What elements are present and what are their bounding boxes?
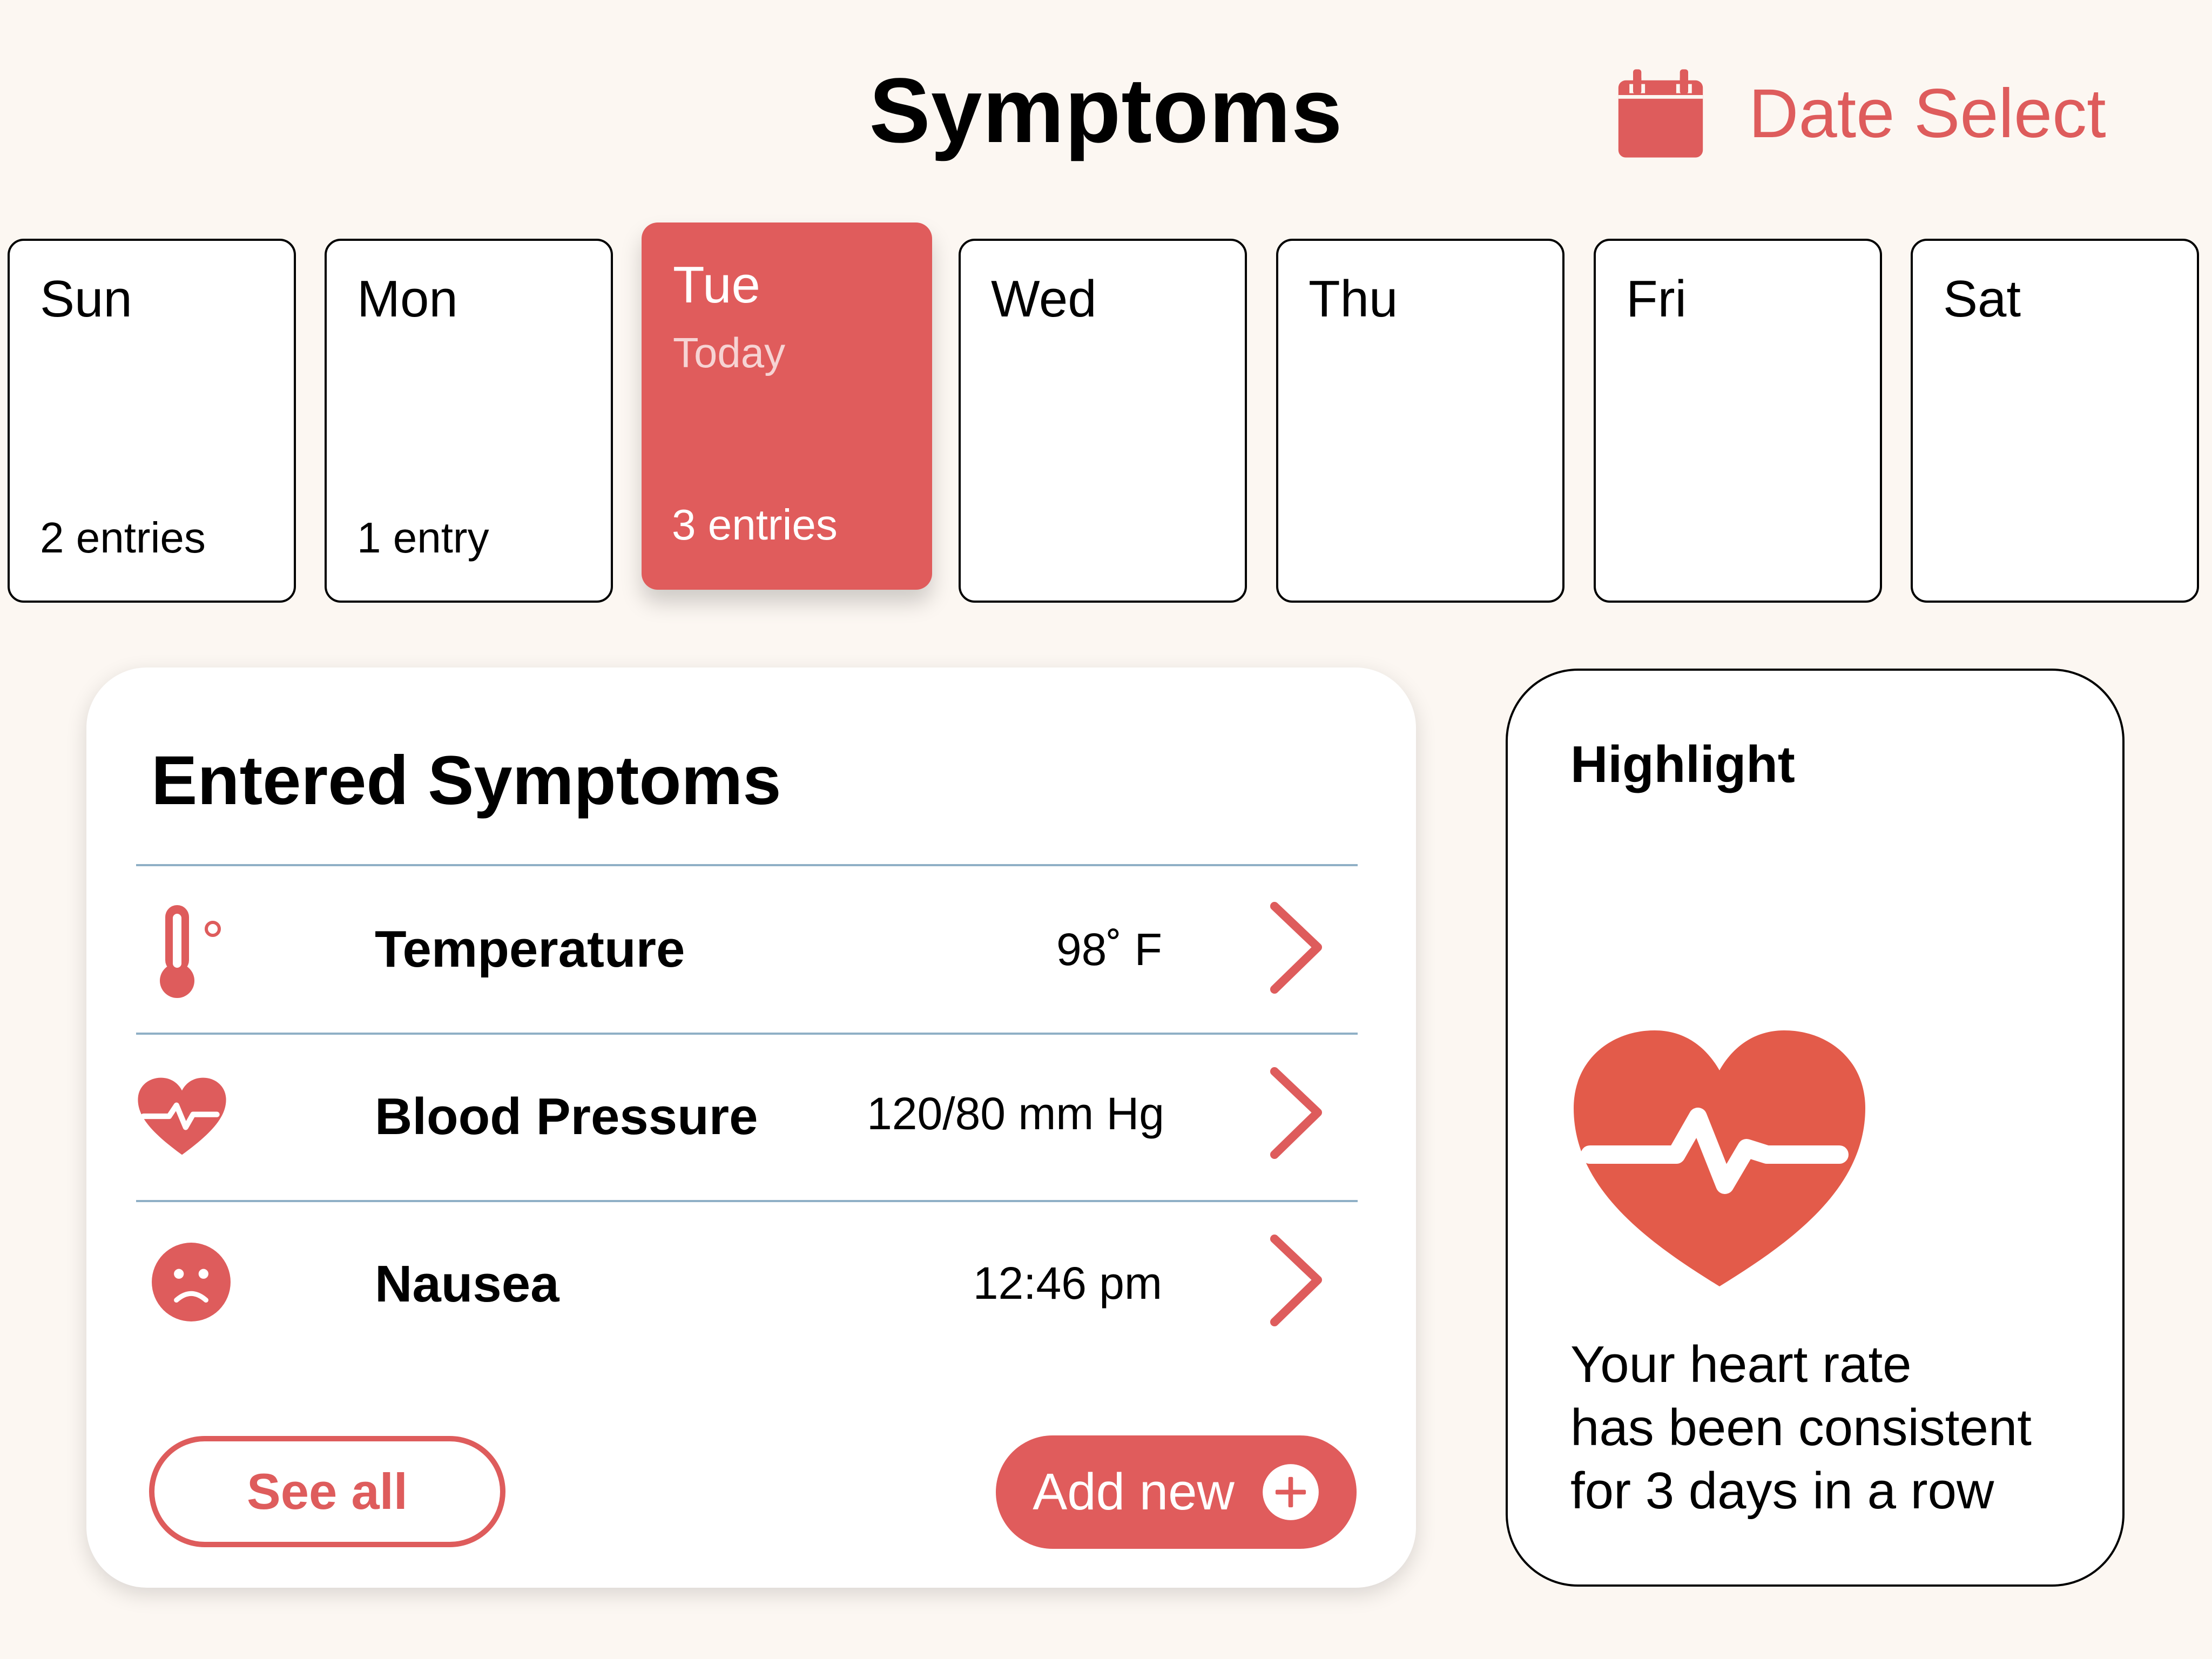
chevron-right-icon[interactable] <box>1266 1067 1325 1159</box>
symptom-label: Temperature <box>375 920 685 978</box>
symptom-value: 98˚ F <box>1056 924 1162 975</box>
symptom-row-temperature[interactable]: Temperature 98˚ F <box>136 866 1358 1028</box>
day-card-thu[interactable]: Thu <box>1276 239 1564 603</box>
highlight-line: for 3 days in a row <box>1570 1462 1994 1520</box>
highlight-line: Your heart rate <box>1570 1336 1912 1393</box>
day-name: Sun <box>40 270 132 328</box>
chevron-right-icon[interactable] <box>1266 1235 1325 1326</box>
chevron-right-icon[interactable] <box>1266 902 1325 994</box>
date-select-label: Date Select <box>1749 75 2106 152</box>
day-entry-count: 1 entry <box>357 514 489 562</box>
heart-pulse-icon <box>138 1077 226 1155</box>
symptom-value: 12:46 pm <box>973 1258 1162 1309</box>
thermometer-icon <box>160 905 221 998</box>
day-entry-count: 3 entries <box>672 501 838 549</box>
day-card-sat[interactable]: Sat <box>1911 239 2199 603</box>
add-new-label: Add new <box>1033 1463 1235 1521</box>
heart-rate-icon <box>1574 1030 1865 1286</box>
today-label: Today <box>673 329 786 376</box>
see-all-button[interactable]: See all <box>149 1436 505 1547</box>
add-new-button[interactable]: Add new <box>996 1435 1357 1549</box>
symptom-label: Nausea <box>375 1255 559 1313</box>
symptom-label: Blood Pressure <box>375 1088 758 1145</box>
entered-symptoms-heading: Entered Symptoms <box>151 742 781 819</box>
day-name: Wed <box>991 270 1097 328</box>
highlight-title: Highlight <box>1570 736 1795 793</box>
day-name: Thu <box>1309 270 1398 328</box>
day-card-mon[interactable]: Mon 1 entry <box>325 239 613 603</box>
plus-circle-icon <box>1262 1464 1319 1520</box>
day-name: Mon <box>357 270 458 328</box>
day-card-fri[interactable]: Fri <box>1594 239 1882 603</box>
highlight-line: has been consistent <box>1570 1399 2032 1456</box>
sad-face-icon <box>152 1243 231 1321</box>
entered-symptoms-card: Entered Symptoms Temperature 98˚ F Blood… <box>86 667 1416 1588</box>
symptom-row-blood-pressure[interactable]: Blood Pressure 120/80 mm Hg <box>136 1035 1358 1197</box>
day-entry-count: 2 entries <box>40 514 206 562</box>
highlight-message: Your heart rate has been consistent for … <box>1570 1333 2110 1522</box>
symptom-row-nausea[interactable]: Nausea 12:46 pm <box>136 1202 1358 1364</box>
day-card-sun[interactable]: Sun 2 entries <box>8 239 296 603</box>
highlight-card: Highlight Your heart rate has been consi… <box>1506 669 2125 1587</box>
date-select-button[interactable]: Date Select <box>1615 68 2106 159</box>
day-name: Fri <box>1626 270 1687 328</box>
day-name: Sat <box>1943 270 2021 328</box>
day-card-tue[interactable]: Tue Today 3 entries <box>642 222 932 590</box>
symptom-value: 120/80 mm Hg <box>867 1088 1164 1139</box>
day-card-wed[interactable]: Wed <box>959 239 1247 603</box>
day-name: Tue <box>673 256 760 314</box>
calendar-icon <box>1618 69 1703 158</box>
